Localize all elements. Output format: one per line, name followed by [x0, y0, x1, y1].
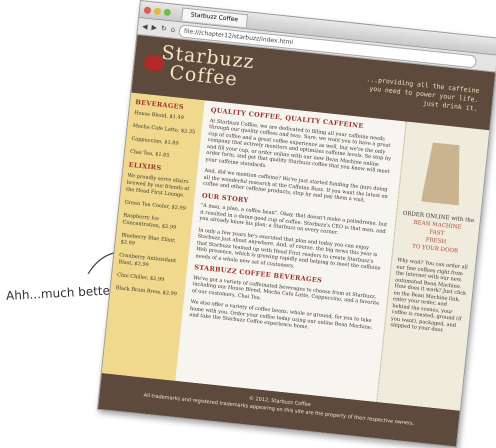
page-content: BEVERAGES House Blend, $1.49 Mocha Cafe …: [101, 92, 490, 411]
annotation-text: Ahh...much better.: [5, 283, 118, 303]
elixirs-intro: We proudly serve elixirs brewed by our f…: [125, 172, 190, 199]
drink-item: House Blend, $1.49: [133, 110, 185, 122]
forward-arrow-icon[interactable]: ▶: [151, 23, 157, 32]
sidebar-paragraph: Why wait? You can order all our fine cof…: [390, 257, 469, 334]
home-icon[interactable]: ⌂: [170, 25, 175, 33]
elixir-item: Cranberry Antioxidant Blast, $2.99: [118, 252, 177, 269]
elixir-item: Black Brain Brew, $2.99: [115, 285, 178, 298]
order-online-block: ORDER ONLINE with the BEAN MACHINE FAST …: [398, 210, 475, 257]
elixir-item: Chai Chiller, $2.99: [116, 272, 165, 284]
browser-window: Starbuzz Coffee ◀ ▶ ↻ ⌂ file:///chapter1…: [96, 0, 496, 448]
drink-item: Mocha Cafe Latte, $2.35: [132, 122, 196, 136]
drink-item: Cappuccino, $1.89: [131, 135, 179, 147]
main-column: QUALITY COFFEE, QUALITY CAFFEINE At Star…: [175, 100, 406, 402]
site-logo: Starbuzz Coffee: [159, 42, 255, 92]
site-tagline: ...providing all the caffeine you need t…: [366, 75, 480, 113]
elixir-item: Blueberry Blue Elixir, $2.99: [120, 232, 176, 247]
reload-icon[interactable]: ↻: [161, 24, 168, 33]
close-window-icon[interactable]: [143, 5, 152, 14]
elixir-item: Raspberry Ice Concentration, $2.99: [122, 212, 177, 232]
minimize-window-icon[interactable]: [153, 7, 162, 15]
maximize-window-icon[interactable]: [163, 8, 172, 16]
elixir-item: Green Tea Cooler, $2.99: [124, 199, 187, 212]
coffee-bag-icon: [421, 142, 465, 206]
drink-item: Chai Tea, $1.85: [129, 148, 170, 159]
back-arrow-icon[interactable]: ◀: [142, 22, 148, 31]
